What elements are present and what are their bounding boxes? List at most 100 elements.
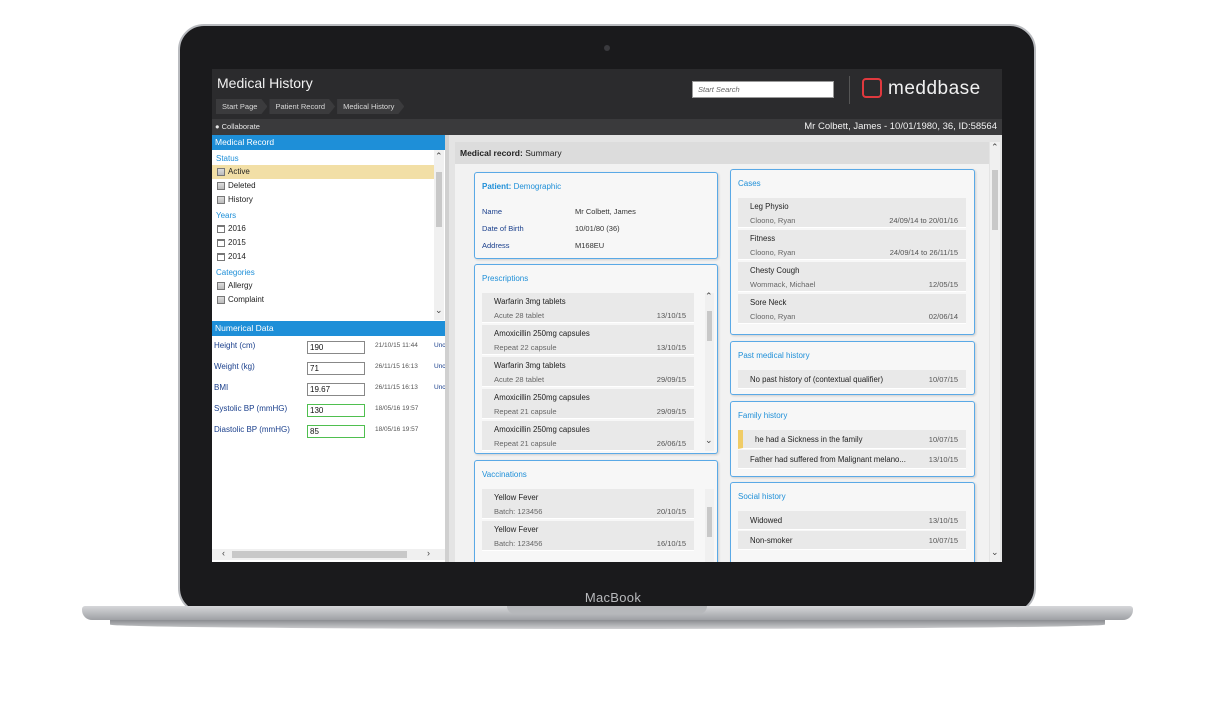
breadcrumb-medical-history[interactable]: Medical History [337, 99, 404, 114]
prescription-item[interactable]: Amoxicillin 250mg capsules Repeat 22 cap… [482, 325, 694, 355]
chevron-left-icon[interactable]: ‹ [222, 548, 225, 558]
tree-item-complaint[interactable]: Complaint [212, 293, 434, 307]
bmi-field[interactable]: 19.67 [307, 383, 365, 396]
item-detail: Cloono, Ryan [750, 248, 796, 257]
chevron-up-icon[interactable]: ⌃ [435, 151, 443, 162]
vaccinations-scrollbar[interactable] [705, 489, 714, 562]
family-history-item[interactable]: Father had suffered from Malignant melan… [738, 450, 966, 469]
laptop-brand: MacBook [584, 590, 642, 605]
calendar-icon [217, 253, 225, 261]
chevron-down-icon[interactable]: ⌄ [991, 547, 999, 558]
chevron-down-icon[interactable]: ⌄ [705, 435, 713, 446]
social-history-card: Social history Widowed 13/10/15 Non-smok… [730, 482, 975, 562]
patient-name: Mr Colbett, James [575, 207, 636, 216]
patient-bar: ● Collaborate Mr Colbett, James - 10/01/… [212, 119, 1002, 135]
item-detail: Cloono, Ryan [750, 216, 796, 225]
laptop-notch [507, 606, 707, 614]
social-history-item[interactable]: Widowed 13/10/15 [738, 511, 966, 530]
case-item[interactable]: Sore Neck Cloono, Ryan 02/06/14 [738, 294, 966, 324]
tree-item-active[interactable]: Active [212, 165, 434, 179]
vaccination-item[interactable]: Yellow Fever Batch: 123456 16/10/15 [482, 521, 694, 551]
item-detail: Acute 28 tablet [494, 311, 545, 320]
scroll-thumb[interactable] [232, 551, 407, 558]
past-history-card: Past medical history No past history of … [730, 341, 975, 395]
item-title: No past history of (contextual qualifier… [750, 375, 884, 384]
scroll-thumb[interactable] [707, 311, 712, 341]
tree-scrollbar[interactable]: ⌃ ⌄ [434, 150, 444, 320]
item-title: Yellow Fever [494, 493, 539, 502]
summary-scrollbar[interactable]: ⌃ ⌄ [990, 142, 1000, 562]
item-date: 20/10/15 [656, 507, 686, 516]
prescription-item[interactable]: Warfarin 3mg tablets Acute 28 tablet 13/… [482, 293, 694, 323]
breadcrumb-start-page[interactable]: Start Page [216, 99, 267, 114]
item-title: Yellow Fever [494, 525, 539, 534]
numeric-link[interactable]: Unc [434, 342, 446, 349]
item-title: Warfarin 3mg tablets [494, 361, 566, 370]
numeric-label: Height (cm) [214, 341, 256, 350]
collaborate-button[interactable]: ● Collaborate [215, 122, 260, 131]
diastolic-bp-field[interactable]: 85 [307, 425, 365, 438]
prescription-item[interactable]: Amoxicillin 250mg capsules Repeat 21 cap… [482, 421, 694, 451]
grid-icon [217, 296, 225, 304]
prescription-item[interactable]: Amoxicillin 250mg capsules Repeat 21 cap… [482, 389, 694, 419]
vaccination-item[interactable]: Yellow Fever Batch: 123456 20/10/15 [482, 489, 694, 519]
app-header: Medical History Start Page Patient Recor… [212, 69, 1002, 119]
numeric-link[interactable]: Unc [434, 384, 446, 391]
item-detail: Batch: 123456 [494, 539, 543, 548]
tree-item-2014[interactable]: 2014 [212, 250, 434, 264]
grid-icon [217, 182, 225, 190]
past-history-item[interactable]: No past history of (contextual qualifier… [738, 370, 966, 389]
tree-item-2016[interactable]: 2016 [212, 222, 434, 236]
prescriptions-scrollbar[interactable]: ⌃ ⌄ [705, 291, 714, 451]
item-title: Amoxicillin 250mg capsules [494, 393, 590, 402]
numeric-row: Systolic BP (mmHG) 130 18/05/16 19:57 [212, 400, 445, 421]
card-title: Past medical history [738, 351, 810, 360]
chevron-right-icon[interactable]: › [427, 548, 430, 558]
prescription-item[interactable]: Warfarin 3mg tablets Acute 28 tablet 29/… [482, 357, 694, 387]
card-title: Prescriptions [482, 274, 529, 283]
item-date: 10/07/15 [928, 536, 958, 545]
systolic-bp-field[interactable]: 130 [307, 404, 365, 417]
item-title: Warfarin 3mg tablets [494, 297, 566, 306]
tree-item-label: Deleted [228, 181, 256, 190]
numeric-date: 26/11/15 16:13 [375, 384, 418, 391]
item-detail: Batch: 123456 [494, 507, 543, 516]
grid-icon [217, 168, 225, 176]
item-date: 29/09/15 [656, 375, 686, 384]
horizontal-scrollbar[interactable]: ‹ › [212, 548, 445, 560]
case-item[interactable]: Fitness Cloono, Ryan 24/09/14 to 26/11/1… [738, 230, 966, 260]
numeric-date: 18/05/16 19:57 [375, 405, 419, 412]
card-title-rest: Demographic [513, 182, 562, 191]
chevron-up-icon[interactable]: ⌃ [705, 291, 713, 302]
chevron-down-icon[interactable]: ⌄ [435, 305, 443, 316]
tree-item-deleted[interactable]: Deleted [212, 179, 434, 193]
camera-icon [604, 45, 610, 51]
summary-title: Medical record: Summary [455, 142, 989, 164]
medical-record-heading: Medical Record [212, 135, 445, 150]
numeric-label: Diastolic BP (mmHG) [214, 425, 290, 434]
item-detail: Repeat 21 capsule [494, 407, 557, 416]
tree-item-2015[interactable]: 2015 [212, 236, 434, 250]
scroll-thumb[interactable] [707, 507, 712, 537]
family-history-item[interactable]: he had a Sickness in the family 10/07/15 [738, 430, 966, 449]
breadcrumb-patient-record[interactable]: Patient Record [269, 99, 335, 114]
case-item[interactable]: Chesty Cough Wommack, Michael 12/05/15 [738, 262, 966, 292]
numerical-data-list: Height (cm) 190 21/10/15 11:44 Unc Weigh… [212, 337, 446, 442]
card-title: Social history [738, 492, 786, 501]
scroll-thumb[interactable] [992, 170, 998, 230]
field-key: Name [482, 207, 503, 216]
tree-item-allergy[interactable]: Allergy [212, 279, 434, 293]
item-title: Non-smoker [750, 536, 793, 545]
search-input[interactable]: Start Search [692, 81, 834, 98]
numeric-link[interactable]: Unc [434, 363, 446, 370]
tree-item-history[interactable]: History [212, 193, 434, 207]
item-date: 10/07/15 [928, 435, 958, 444]
case-item[interactable]: Leg Physio Cloono, Ryan 24/09/14 to 20/0… [738, 198, 966, 228]
card-title: Vaccinations [482, 470, 527, 479]
weight-field[interactable]: 71 [307, 362, 365, 375]
height-field[interactable]: 190 [307, 341, 365, 354]
chevron-up-icon[interactable]: ⌃ [991, 142, 999, 153]
social-history-item[interactable]: Non-smoker 10/07/15 [738, 531, 966, 550]
meddbase-logo-icon [862, 78, 882, 98]
scroll-thumb[interactable] [436, 172, 442, 227]
